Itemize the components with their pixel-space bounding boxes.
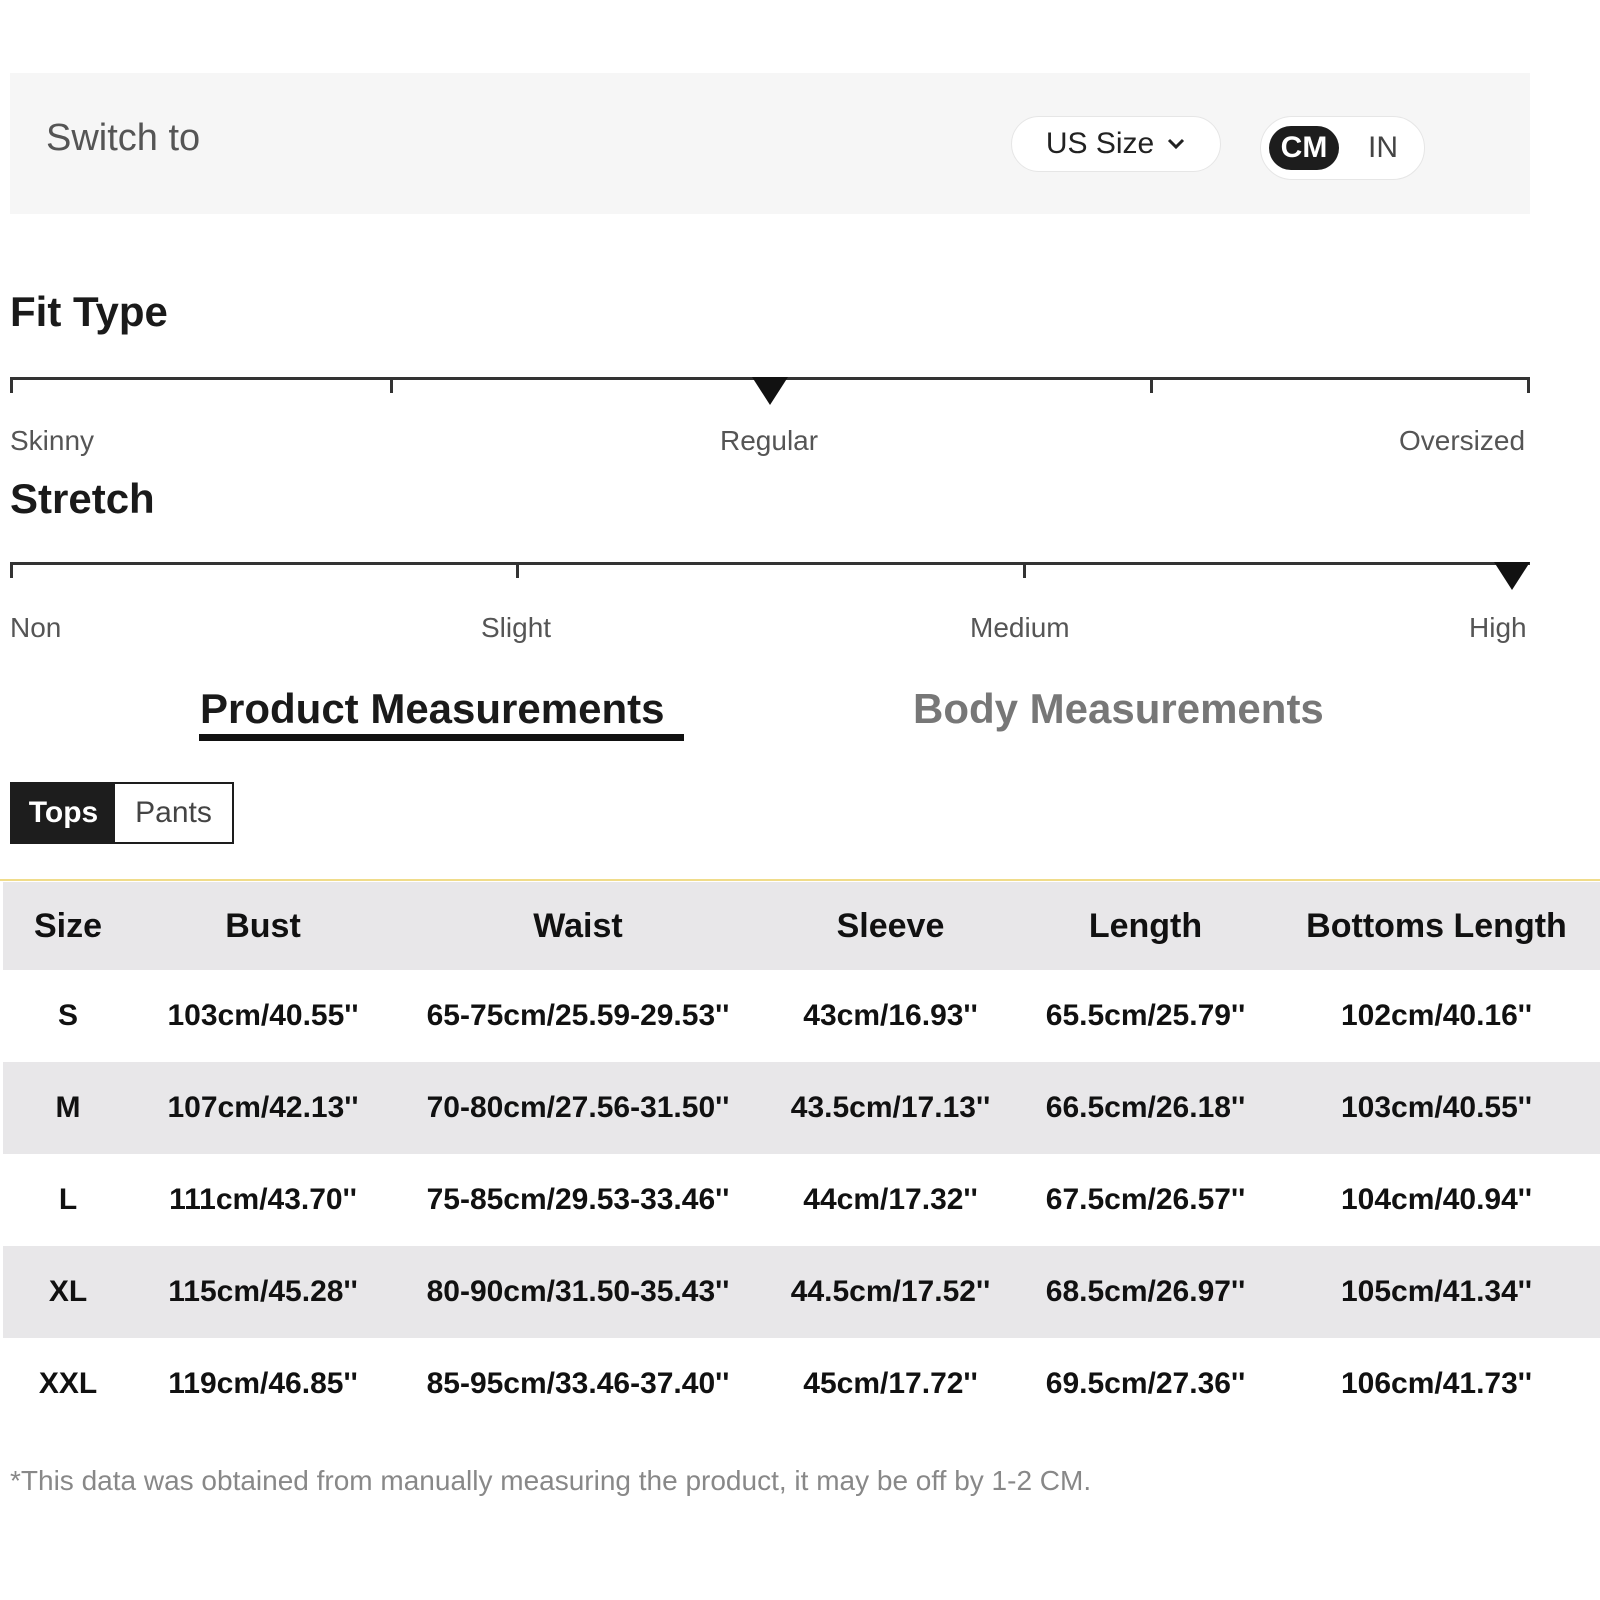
table-cell: 106cm/41.73'' [1273, 1338, 1600, 1430]
stretch-scale-tick [516, 562, 519, 578]
tab-body-measurements[interactable]: Body Measurements [913, 685, 1324, 733]
tab-product-measurements[interactable]: Product Measurements [200, 685, 664, 733]
fit-scale-tick [1150, 377, 1153, 393]
size-system-label: US Size [1045, 127, 1155, 160]
header-size: Size [3, 882, 133, 970]
table-row: L 111cm/43.70'' 75-85cm/29.53-33.46'' 44… [3, 1154, 1600, 1246]
stretch-marker-icon [1494, 562, 1530, 590]
switch-bar: Switch to US Size CM IN [10, 73, 1530, 214]
table-cell: 65-75cm/25.59-29.53'' [393, 970, 763, 1062]
stretch-label-medium: Medium [970, 612, 1070, 643]
fit-scale-tick [10, 377, 13, 393]
table-cell: 104cm/40.94'' [1273, 1154, 1600, 1246]
tops-button[interactable]: Tops [12, 784, 115, 842]
unit-toggle: CM IN [1260, 116, 1425, 180]
stretch-scale-tick [10, 562, 13, 578]
switch-label: Switch to [46, 117, 201, 159]
fit-type-scale [10, 377, 1530, 407]
table-cell: 115cm/45.28'' [133, 1246, 393, 1338]
header-sleeve: Sleeve [763, 882, 1018, 970]
table-cell: 111cm/43.70'' [133, 1154, 393, 1246]
table-cell: 75-85cm/29.53-33.46'' [393, 1154, 763, 1246]
table-cell: 66.5cm/26.18'' [1018, 1062, 1273, 1154]
table-row: S 103cm/40.55'' 65-75cm/25.59-29.53'' 43… [3, 970, 1600, 1062]
table-row: XL 115cm/45.28'' 80-90cm/31.50-35.43'' 4… [3, 1246, 1600, 1338]
table-cell: 67.5cm/26.57'' [1018, 1154, 1273, 1246]
table-cell: 105cm/41.34'' [1273, 1246, 1600, 1338]
header-bottoms-length: Bottoms Length [1273, 882, 1600, 970]
chevron-down-icon [1168, 138, 1185, 150]
table-row: M 107cm/42.13'' 70-80cm/27.56-31.50'' 43… [3, 1062, 1600, 1154]
table-cell: 102cm/40.16'' [1273, 970, 1600, 1062]
header-bust: Bust [133, 882, 393, 970]
table-cell: 107cm/42.13'' [133, 1062, 393, 1154]
stretch-label-slight: Slight [481, 612, 552, 643]
table-row: XXL 119cm/46.85'' 85-95cm/33.46-37.40'' … [3, 1338, 1600, 1430]
table-cell: 103cm/40.55'' [1273, 1062, 1600, 1154]
table-cell: 68.5cm/26.97'' [1018, 1246, 1273, 1338]
measurement-footnote: *This data was obtained from manually me… [10, 1465, 1092, 1496]
table-cell: 70-80cm/27.56-31.50'' [393, 1062, 763, 1154]
stretch-title: Stretch [10, 475, 155, 522]
header-length: Length [1018, 882, 1273, 970]
table-cell: 44cm/17.32'' [763, 1154, 1018, 1246]
table-cell: XXL [3, 1338, 133, 1430]
table-cell: 85-95cm/33.46-37.40'' [393, 1338, 763, 1430]
table-cell: 43.5cm/17.13'' [763, 1062, 1018, 1154]
unit-in-button[interactable]: IN [1353, 126, 1413, 170]
table-cell: 119cm/46.85'' [133, 1338, 393, 1430]
table-cell: L [3, 1154, 133, 1246]
table-cell: 44.5cm/17.52'' [763, 1246, 1018, 1338]
fit-label-skinny: Skinny [10, 425, 95, 456]
table-cell: M [3, 1062, 133, 1154]
fit-scale-tick [1527, 377, 1530, 393]
table-cell: 65.5cm/25.79'' [1018, 970, 1273, 1062]
table-cell: S [3, 970, 133, 1062]
table-header-row: Size Bust Waist Sleeve Length Bottoms Le… [3, 882, 1600, 970]
fit-scale-tick [390, 377, 393, 393]
fit-label-regular: Regular [720, 425, 819, 456]
size-system-dropdown[interactable]: US Size [1011, 116, 1221, 172]
category-toggle: Tops Pants [10, 782, 234, 844]
stretch-scale-tick [1023, 562, 1026, 578]
stretch-label-high: High [1469, 612, 1527, 643]
table-cell: 80-90cm/31.50-35.43'' [393, 1246, 763, 1338]
pants-button[interactable]: Pants [115, 784, 232, 842]
active-tab-underline [199, 734, 684, 741]
table-top-divider [0, 879, 1600, 881]
table-cell: 103cm/40.55'' [133, 970, 393, 1062]
table-cell: XL [3, 1246, 133, 1338]
header-waist: Waist [393, 882, 763, 970]
table-cell: 69.5cm/27.36'' [1018, 1338, 1273, 1430]
unit-cm-button[interactable]: CM [1269, 126, 1339, 170]
table-cell: 43cm/16.93'' [763, 970, 1018, 1062]
stretch-scale-line [10, 562, 1530, 565]
fit-label-oversized: Oversized [1399, 425, 1526, 456]
fit-type-title: Fit Type [10, 288, 168, 335]
stretch-scale [10, 562, 1530, 592]
stretch-label-non: Non [10, 612, 62, 643]
size-table: Size Bust Waist Sleeve Length Bottoms Le… [3, 882, 1600, 1430]
table-cell: 45cm/17.72'' [763, 1338, 1018, 1430]
fit-type-marker-icon [752, 377, 788, 405]
